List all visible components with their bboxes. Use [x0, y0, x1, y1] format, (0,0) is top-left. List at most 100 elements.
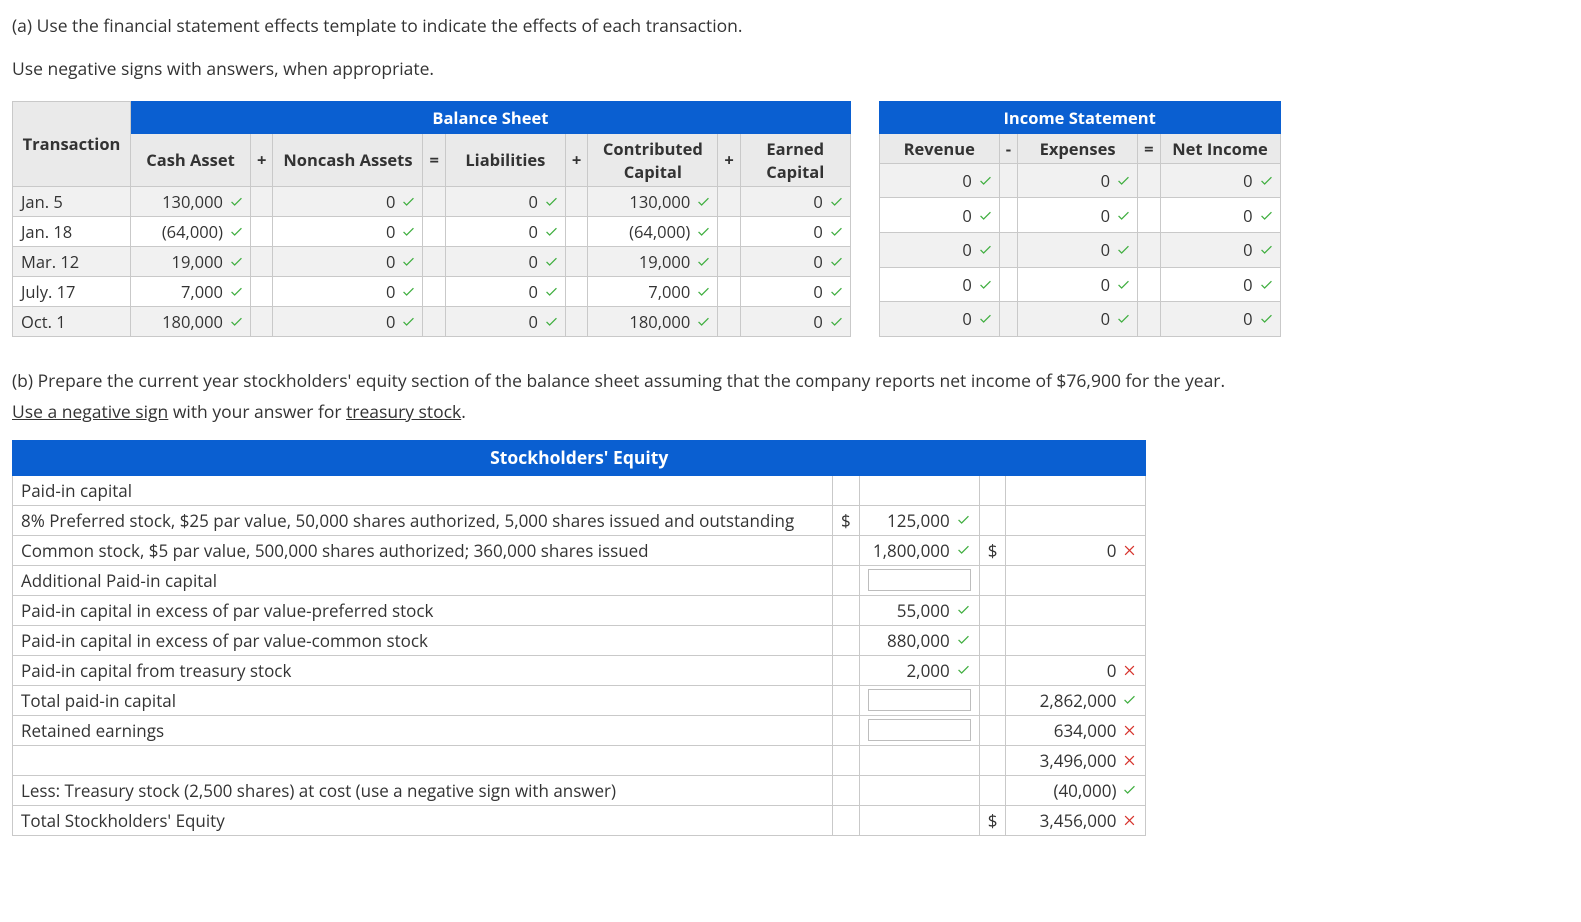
val-common[interactable]: 1,800,000 — [872, 539, 950, 562]
cell-value[interactable]: (64,000) — [162, 220, 223, 243]
val-pic-treasury[interactable]: 2,000 — [872, 659, 950, 682]
col-liab: Liabilities — [445, 133, 565, 186]
sub-mid: with your answer for — [168, 400, 346, 424]
x-icon — [1122, 722, 1137, 737]
cell-value[interactable]: 0 — [916, 169, 972, 192]
check-icon — [401, 284, 416, 299]
input-total-pic[interactable] — [868, 689, 971, 711]
check-icon — [1116, 277, 1131, 292]
cell-value[interactable]: 0 — [1054, 307, 1110, 330]
op-minus-icon: - — [999, 133, 1017, 163]
check-icon — [1259, 277, 1274, 292]
check-icon — [1259, 208, 1274, 223]
table-row: Jan. 18(64,000)00(64,000)0 — [13, 216, 851, 246]
cell-value[interactable]: 0 — [767, 280, 823, 303]
row-total-pic: Total paid-in capital — [13, 685, 833, 715]
check-icon — [696, 224, 711, 239]
cell-value[interactable]: 0 — [1197, 238, 1253, 261]
val-subtotal[interactable]: 3,496,000 — [1024, 749, 1116, 772]
cell-value[interactable]: 0 — [1054, 273, 1110, 296]
cell-value[interactable]: 0 — [339, 250, 395, 273]
op-eq-icon: = — [423, 133, 445, 186]
table-row: Less: Treasury stock (2,500 shares) at c… — [13, 775, 1146, 805]
cell-value[interactable]: 0 — [916, 273, 972, 296]
val-treasury[interactable]: (40,000) — [1024, 779, 1116, 802]
col-earned: Earned Capital — [740, 133, 850, 186]
cell-value[interactable]: 0 — [482, 310, 538, 333]
check-icon — [229, 194, 244, 209]
cell-value[interactable]: 0 — [482, 190, 538, 213]
dollar-sign: $ — [979, 805, 1006, 835]
cell-value[interactable]: 0 — [1197, 307, 1253, 330]
check-icon — [401, 254, 416, 269]
cell-value[interactable]: (64,000) — [629, 220, 690, 243]
check-icon — [401, 194, 416, 209]
input-apic[interactable] — [868, 569, 971, 591]
cell-value[interactable]: 0 — [1054, 204, 1110, 227]
check-icon — [829, 284, 844, 299]
cell-value[interactable]: 0 — [482, 220, 538, 243]
op-plus-icon: + — [565, 133, 587, 186]
cell-value[interactable]: 0 — [339, 190, 395, 213]
check-icon — [1116, 311, 1131, 326]
cell-value[interactable]: 7,000 — [167, 280, 223, 303]
table-row: Total paid-in capital 2,862,000 — [13, 685, 1146, 715]
cell-value[interactable]: 180,000 — [162, 310, 223, 333]
row-pic-comm: Paid-in capital in excess of par value-c… — [13, 625, 833, 655]
check-icon — [544, 224, 559, 239]
cell-value[interactable]: 7,000 — [634, 280, 690, 303]
stockholders-equity-table: Stockholders' Equity Paid-in capital 8% … — [12, 440, 1146, 836]
check-icon — [401, 224, 416, 239]
input-retained[interactable] — [868, 719, 971, 741]
val-pic-comm[interactable]: 880,000 — [872, 629, 950, 652]
val-total-pic[interactable]: 2,862,000 — [1024, 689, 1116, 712]
check-icon — [696, 314, 711, 329]
cell-value[interactable]: 0 — [339, 310, 395, 333]
check-icon — [401, 314, 416, 329]
col-net: Net Income — [1160, 133, 1280, 163]
val-pic-treasury-b[interactable]: 0 — [1024, 659, 1116, 682]
cell-value[interactable]: 0 — [1197, 169, 1253, 192]
val-total-se[interactable]: 3,456,000 — [1024, 809, 1116, 832]
cell-value[interactable]: 0 — [916, 307, 972, 330]
cell-value[interactable]: 0 — [482, 280, 538, 303]
cell-value[interactable]: 130,000 — [162, 190, 223, 213]
dollar-sign: $ — [833, 505, 860, 535]
cell-value[interactable]: 130,000 — [629, 190, 690, 213]
cell-value[interactable]: 0 — [916, 238, 972, 261]
val-pic-pref[interactable]: 55,000 — [872, 599, 950, 622]
cell-value[interactable]: 180,000 — [629, 310, 690, 333]
check-icon — [956, 602, 971, 617]
cell-value[interactable]: 0 — [767, 190, 823, 213]
col-cash: Cash Asset — [131, 133, 251, 186]
row-apic: Additional Paid-in capital — [13, 565, 833, 595]
cell-value[interactable]: 19,000 — [167, 250, 223, 273]
cell-value[interactable]: 0 — [767, 220, 823, 243]
check-icon — [696, 284, 711, 299]
table-row: 0 0 0 — [879, 302, 1280, 337]
cell-value[interactable]: 19,000 — [634, 250, 690, 273]
check-icon — [956, 512, 971, 527]
cell-value[interactable]: 0 — [767, 250, 823, 273]
val-preferred[interactable]: 125,000 — [872, 509, 950, 532]
sub-post: treasury stock — [346, 400, 461, 424]
check-icon — [956, 542, 971, 557]
check-icon — [544, 314, 559, 329]
cell-value[interactable]: 0 — [767, 310, 823, 333]
cell-value[interactable]: 0 — [1197, 273, 1253, 296]
cell-value[interactable]: 0 — [339, 280, 395, 303]
row-date: Mar. 12 — [13, 246, 131, 276]
cell-value[interactable]: 0 — [339, 220, 395, 243]
check-icon — [956, 632, 971, 647]
check-icon — [1116, 208, 1131, 223]
val-common-total[interactable]: 0 — [1024, 539, 1116, 562]
check-icon — [829, 194, 844, 209]
cell-value[interactable]: 0 — [916, 204, 972, 227]
cell-value[interactable]: 0 — [1197, 204, 1253, 227]
val-retained[interactable]: 634,000 — [1024, 719, 1116, 742]
check-icon — [544, 254, 559, 269]
cell-value[interactable]: 0 — [1054, 238, 1110, 261]
cell-value[interactable]: 0 — [1054, 169, 1110, 192]
cell-value[interactable]: 0 — [482, 250, 538, 273]
table-row: Retained earnings 634,000 — [13, 715, 1146, 745]
